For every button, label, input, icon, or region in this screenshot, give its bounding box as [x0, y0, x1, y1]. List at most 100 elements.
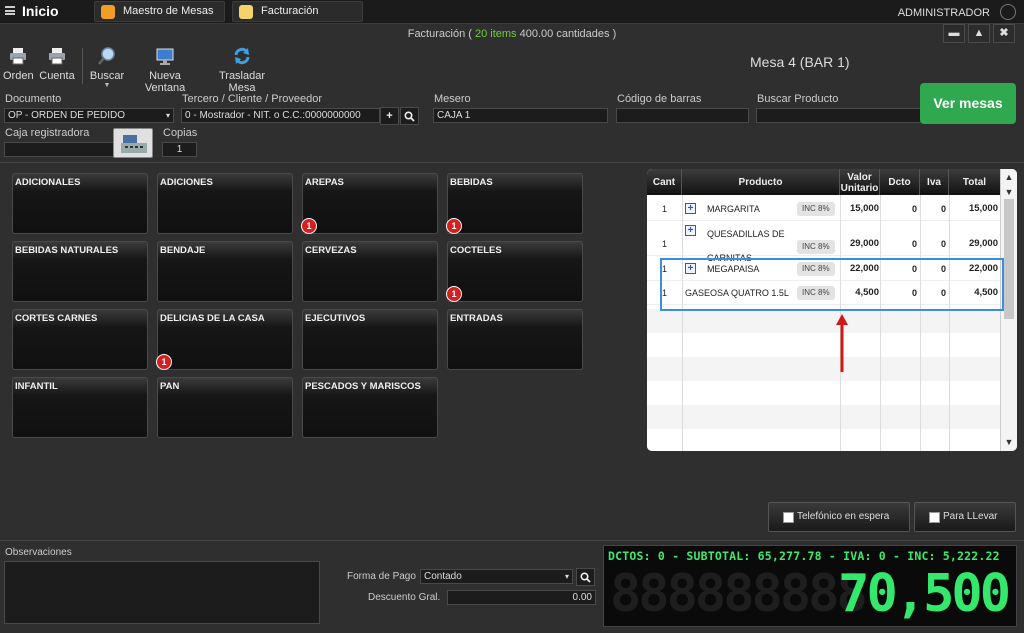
mesero-field[interactable]: CAJA 1	[433, 108, 608, 123]
buscar-button[interactable]: Buscar ▼	[89, 46, 125, 89]
cell-iva: 0	[940, 239, 946, 249]
cell-dcto: 0	[911, 239, 917, 249]
category-tile[interactable]: CORTES CARNES	[12, 309, 148, 370]
tercero-field[interactable]: 0 - Mostrador - NIT. o C.C.:0000000000	[181, 108, 380, 123]
category-tile[interactable]: CERVEZAS	[302, 241, 438, 302]
orden-button[interactable]: Orden	[3, 46, 34, 82]
checkbox[interactable]	[783, 512, 794, 523]
empty-row	[647, 381, 1000, 405]
telefonico-en-espera-toggle[interactable]: Telefónico en espera	[768, 502, 910, 532]
expand-plus-icon[interactable]: +	[685, 203, 696, 214]
expand-plus-icon[interactable]: +	[685, 225, 696, 236]
ver-mesas-button[interactable]: Ver mesas	[920, 83, 1016, 124]
cell-dcto: 0	[911, 204, 917, 214]
observaciones-textarea[interactable]	[4, 561, 320, 624]
totals-summary: DCTOS: 0 - SUBTOTAL: 65,277.78 - IVA: 0 …	[608, 549, 1000, 563]
codigo-barras-label: Código de barras	[617, 93, 702, 105]
buscar-producto-input[interactable]	[756, 108, 922, 123]
trasladar-mesa-label: Trasladar Mesa	[218, 70, 266, 94]
col-divider	[920, 195, 921, 451]
copias-input[interactable]: 1	[162, 142, 197, 157]
tab-facturacion[interactable]: Facturación	[232, 1, 363, 22]
col-total: Total	[962, 177, 987, 188]
category-tile[interactable]: DELICIAS DE LA CASA 1	[156, 309, 293, 370]
category-label: PESCADOS Y MARISCOS	[305, 381, 421, 392]
cell-cant: 1	[661, 239, 667, 249]
order-row[interactable]: 1 29,000 0 0 29,000 + QUESADILLAS DE CARNITAS I…	[647, 222, 1000, 263]
scroll-down-icon[interactable]: ▼	[1004, 187, 1014, 197]
cuenta-label: Cuenta	[39, 70, 75, 82]
category-tile[interactable]: BENDAJE	[157, 241, 293, 302]
buscar-label: Buscar	[89, 70, 125, 82]
col-cant: Cant	[647, 169, 682, 195]
category-tile[interactable]: PAN	[157, 377, 293, 438]
tab-maestro-de-mesas[interactable]: Maestro de Mesas	[94, 1, 225, 22]
order-table-header: Cant Producto Valor Unitario Dcto Iva To…	[647, 169, 1000, 195]
category-tile[interactable]: ENTRADAS	[447, 309, 583, 370]
user-name[interactable]: ADMINISTRADOR	[898, 7, 990, 19]
user-avatar[interactable]	[1000, 4, 1016, 20]
nueva-ventana-button[interactable]: Nueva Ventana	[130, 46, 200, 94]
documento-select[interactable]: OP - ORDEN DE PEDIDO ▾	[4, 108, 174, 123]
trasladar-mesa-button[interactable]: Trasladar Mesa	[206, 46, 278, 94]
search-tercero-button[interactable]	[400, 107, 419, 125]
app-title[interactable]: Inicio	[22, 3, 59, 19]
maximize-button[interactable]: ▲	[968, 24, 990, 43]
monitor-icon	[156, 48, 174, 65]
order-row[interactable]: 1 15,000 0 0 15,000 + MARGARITA INC 8%	[647, 197, 1000, 221]
col-dcto: Dcto	[880, 169, 920, 195]
category-tile[interactable]: BEBIDAS NATURALES	[12, 241, 148, 302]
cash-register-button[interactable]	[113, 128, 153, 158]
para-llevar-toggle[interactable]: Para LLevar	[914, 502, 1016, 532]
category-tile[interactable]: BEBIDAS 1	[446, 173, 583, 234]
cuenta-button[interactable]: Cuenta	[39, 46, 75, 82]
checkbox[interactable]	[929, 512, 940, 523]
category-tile[interactable]: COCTELES 1	[446, 241, 583, 302]
col-divider	[682, 195, 683, 451]
category-tile[interactable]: EJECUTIVOS	[302, 309, 438, 370]
forma-pago-search-button[interactable]	[576, 568, 595, 586]
copias-label: Copias	[163, 127, 198, 139]
search-icon	[404, 111, 415, 122]
empty-row	[647, 357, 1000, 381]
col-divider	[949, 195, 950, 451]
category-tile[interactable]: INFANTIL	[12, 377, 148, 438]
scroll-thumb[interactable]	[1004, 199, 1014, 319]
category-label: CERVEZAS	[305, 245, 357, 256]
category-tile[interactable]: ADICIONES	[157, 173, 293, 234]
scroll-down-icon[interactable]: ▼	[1004, 437, 1014, 447]
mesero-value: CAJA 1	[437, 110, 471, 121]
printer-icon	[49, 48, 65, 65]
mesa-title: Mesa 4 (BAR 1)	[750, 54, 850, 70]
menu-icon[interactable]	[5, 6, 15, 15]
category-tile[interactable]: PESCADOS Y MARISCOS	[302, 377, 438, 438]
empty-row	[647, 405, 1000, 429]
minimize-button[interactable]: ▬	[943, 24, 965, 43]
cash-register-icon	[121, 135, 147, 153]
chevron-down-icon: ▾	[165, 111, 170, 120]
category-tile[interactable]: ADICIONALES	[12, 173, 148, 234]
tax-tag: INC 8%	[797, 240, 835, 254]
tax-tag: INC 8%	[797, 202, 835, 216]
close-button[interactable]: ✖	[993, 24, 1015, 43]
cell-total: 15,000	[968, 203, 998, 214]
scroll-up-icon[interactable]: ▲	[1004, 172, 1014, 182]
tables-icon	[101, 5, 115, 19]
category-tile[interactable]: AREPAS 1	[301, 173, 438, 234]
col-iva: Iva	[920, 169, 949, 195]
status-prefix: Facturación (	[407, 28, 472, 40]
cell-cant: 1	[661, 204, 667, 214]
add-tercero-button[interactable]: +	[380, 107, 399, 125]
codigo-barras-input[interactable]	[616, 108, 749, 123]
status-items: 20 items	[474, 28, 517, 40]
category-label: ADICIONES	[160, 177, 213, 188]
empty-row	[647, 429, 1000, 451]
buscar-producto-label: Buscar Producto	[757, 93, 839, 105]
divider	[0, 162, 1024, 163]
caja-registradora-field[interactable]	[4, 142, 116, 157]
category-label: INFANTIL	[15, 381, 58, 392]
descuento-input[interactable]: 0.00	[447, 590, 596, 605]
forma-pago-select[interactable]: Contado ▾	[420, 569, 573, 584]
telefonico-label: Telefónico en espera	[797, 511, 890, 522]
item-count-badge: 1	[446, 286, 462, 302]
